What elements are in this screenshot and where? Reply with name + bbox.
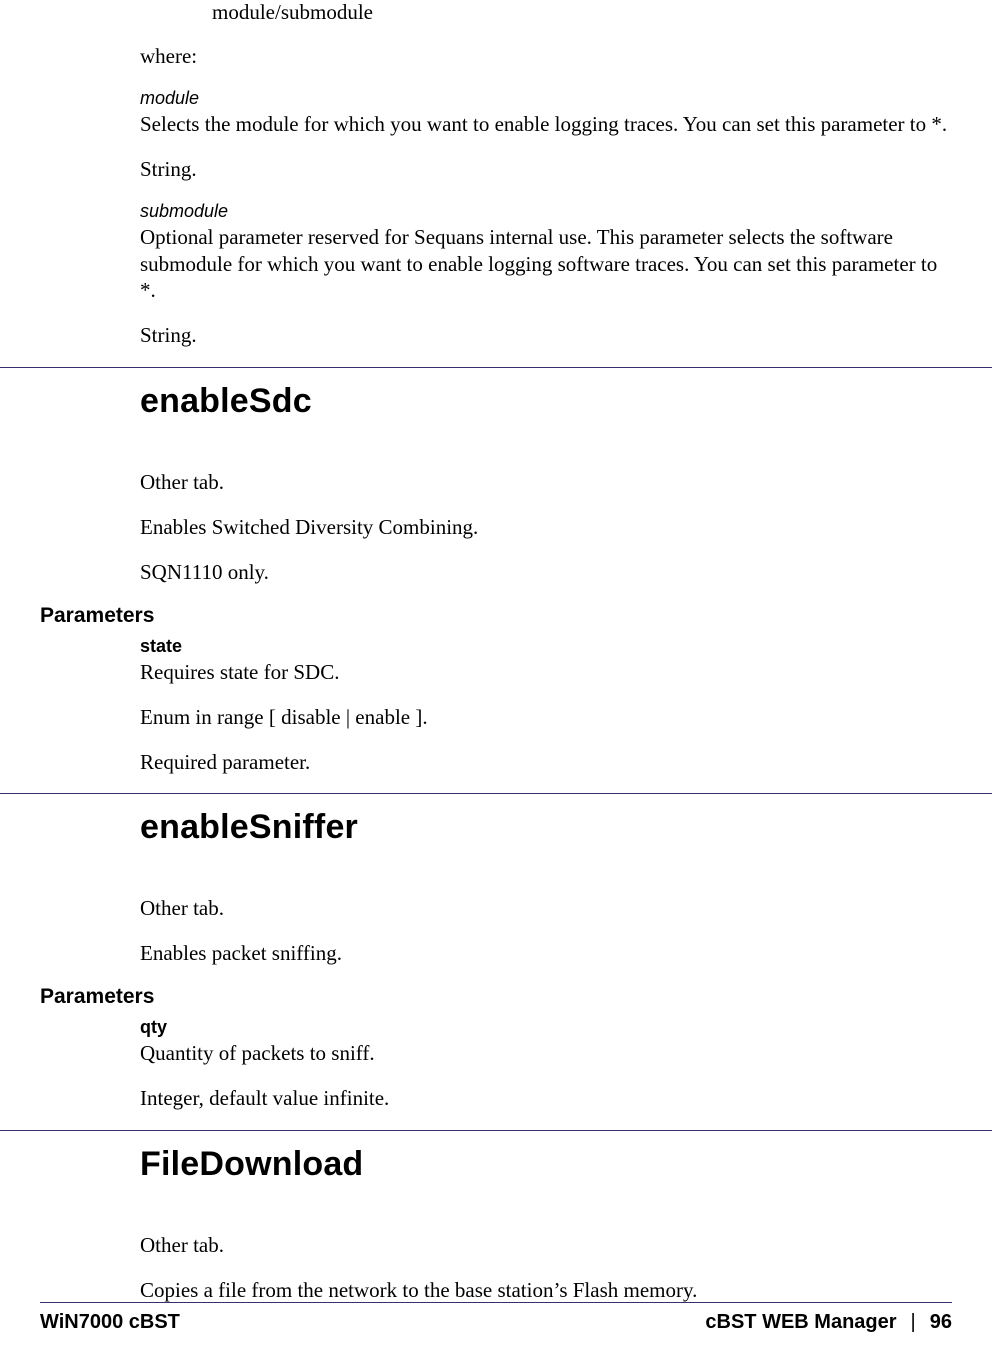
param-submodule-name: submodule xyxy=(140,201,952,222)
param-qty-type: Integer, default value infinite. xyxy=(140,1085,952,1112)
param-state-name: state xyxy=(140,636,952,657)
param-submodule-desc: Optional parameter reserved for Sequans … xyxy=(140,224,952,305)
footer-separator: | xyxy=(911,1311,916,1334)
param-qty-desc: Quantity of packets to sniff. xyxy=(140,1040,952,1067)
footer-page-number: 96 xyxy=(930,1311,952,1334)
where-label: where: xyxy=(140,43,952,70)
synopsis-line: module/submodule xyxy=(212,0,952,25)
enablesniffer-tab: Other tab. xyxy=(140,895,952,922)
footer-left: WiN7000 cBST xyxy=(40,1311,180,1334)
section-divider xyxy=(0,367,992,368)
heading-filedownload: FileDownload xyxy=(140,1139,952,1186)
heading-enablesdc: enableSdc xyxy=(140,376,952,423)
enablesdc-note: SQN1110 only. xyxy=(140,559,952,586)
heading-enablesniffer: enableSniffer xyxy=(140,802,952,849)
param-module-name: module xyxy=(140,88,952,109)
enablesniffer-desc: Enables packet sniffing. xyxy=(140,940,952,967)
section-divider xyxy=(0,1130,992,1131)
param-state-type: Enum in range [ disable | enable ]. xyxy=(140,704,952,731)
param-module-desc: Selects the module for which you want to… xyxy=(140,111,952,138)
param-submodule-type: String. xyxy=(140,322,952,349)
enablesdc-desc: Enables Switched Diversity Combining. xyxy=(140,514,952,541)
filedownload-tab: Other tab. xyxy=(140,1232,952,1259)
section-divider xyxy=(0,793,992,794)
page-footer: WiN7000 cBST cBST WEB Manager | 96 xyxy=(40,1302,952,1334)
param-state-req: Required parameter. xyxy=(140,749,952,776)
parameters-label: Parameters xyxy=(40,985,952,1009)
param-state-desc: Requires state for SDC. xyxy=(140,659,952,686)
enablesdc-tab: Other tab. xyxy=(140,469,952,496)
filedownload-desc: Copies a file from the network to the ba… xyxy=(140,1277,952,1304)
param-qty-name: qty xyxy=(140,1017,952,1038)
param-module-type: String. xyxy=(140,156,952,183)
parameters-label: Parameters xyxy=(40,604,952,628)
footer-title: cBST WEB Manager xyxy=(705,1311,896,1334)
